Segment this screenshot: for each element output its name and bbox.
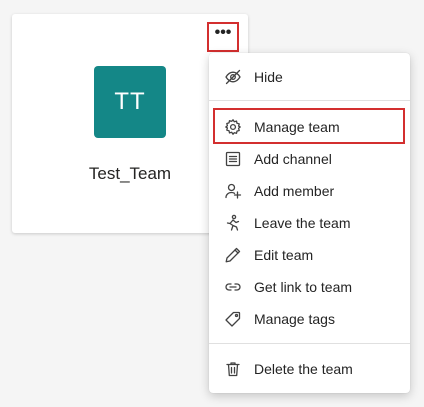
menu-item-delete-team[interactable]: Delete the team	[209, 353, 410, 385]
menu-divider	[209, 343, 410, 344]
menu-item-add-member[interactable]: Add member	[209, 175, 410, 207]
leave-icon	[224, 214, 242, 232]
link-icon	[224, 278, 242, 296]
menu-item-label: Manage tags	[254, 311, 335, 327]
menu-item-manage-tags[interactable]: Manage tags	[209, 303, 410, 335]
menu-item-label: Edit team	[254, 247, 314, 263]
team-avatar: TT	[94, 66, 166, 138]
menu-item-hide[interactable]: Hide	[209, 61, 410, 93]
menu-item-label: Hide	[254, 69, 283, 85]
menu-item-label: Get link to team	[254, 279, 353, 295]
menu-item-add-channel[interactable]: Add channel	[209, 143, 410, 175]
add-person-icon	[224, 182, 242, 200]
menu-item-get-link[interactable]: Get link to team	[209, 271, 410, 303]
teams-grid: TT Test_Team ••• Hide Manage team Add ch…	[0, 0, 424, 407]
pencil-icon	[224, 246, 242, 264]
tag-icon	[224, 310, 242, 328]
menu-item-edit-team[interactable]: Edit team	[209, 239, 410, 271]
channel-icon	[224, 150, 242, 168]
more-options-button[interactable]: •••	[207, 22, 239, 52]
menu-item-label: Leave the team	[254, 215, 351, 231]
menu-item-label: Add member	[254, 183, 335, 199]
menu-divider	[209, 100, 410, 101]
gear-icon	[224, 118, 242, 136]
menu-item-label: Delete the team	[254, 361, 353, 377]
eye-off-icon	[224, 68, 242, 86]
menu-item-label: Add channel	[254, 151, 332, 167]
more-horizontal-icon: •••	[214, 24, 232, 41]
menu-item-label: Manage team	[254, 119, 340, 135]
menu-item-leave-team[interactable]: Leave the team	[209, 207, 410, 239]
menu-item-manage-team[interactable]: Manage team	[209, 111, 410, 143]
trash-icon	[224, 360, 242, 378]
team-context-menu: Hide Manage team Add channel Add member	[209, 53, 410, 393]
